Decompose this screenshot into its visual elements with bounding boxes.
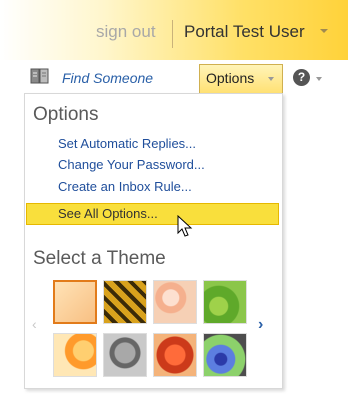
theme-tiger-stripes[interactable] xyxy=(103,280,147,324)
theme-prev-icon[interactable]: ‹ xyxy=(32,316,37,332)
theme-orange-swirl[interactable] xyxy=(53,333,97,377)
theme-monsters[interactable] xyxy=(203,333,247,377)
theme-robot[interactable] xyxy=(103,333,147,377)
theme-pink-flowers[interactable] xyxy=(153,280,197,324)
theme-plain-peach[interactable] xyxy=(53,280,97,324)
change-password-link[interactable]: Change Your Password... xyxy=(58,157,205,172)
options-button-label[interactable]: Options xyxy=(206,70,254,86)
help-icon[interactable]: ? xyxy=(293,69,310,86)
sign-out-link[interactable]: sign out xyxy=(96,22,156,42)
chevron-down-icon[interactable] xyxy=(320,29,328,33)
create-inbox-rule-link[interactable]: Create an Inbox Rule... xyxy=(58,179,192,194)
header-divider xyxy=(172,20,173,48)
mouse-cursor-icon xyxy=(177,214,193,239)
set-automatic-replies-link[interactable]: Set Automatic Replies... xyxy=(58,136,196,151)
options-chevron-down-icon[interactable] xyxy=(268,77,274,81)
theme-heading: Select a Theme xyxy=(33,248,166,269)
see-all-options-label[interactable]: See All Options... xyxy=(58,206,158,221)
find-someone-link[interactable]: Find Someone xyxy=(62,70,153,86)
theme-next-icon[interactable]: › xyxy=(258,316,263,334)
options-menu-heading: Options xyxy=(33,104,99,125)
theme-green-leaves[interactable] xyxy=(203,280,247,324)
theme-red-mask[interactable] xyxy=(153,333,197,377)
help-chevron-down-icon[interactable] xyxy=(316,77,322,81)
address-book-icon[interactable] xyxy=(30,68,50,84)
user-name-menu[interactable]: Portal Test User xyxy=(184,22,305,42)
